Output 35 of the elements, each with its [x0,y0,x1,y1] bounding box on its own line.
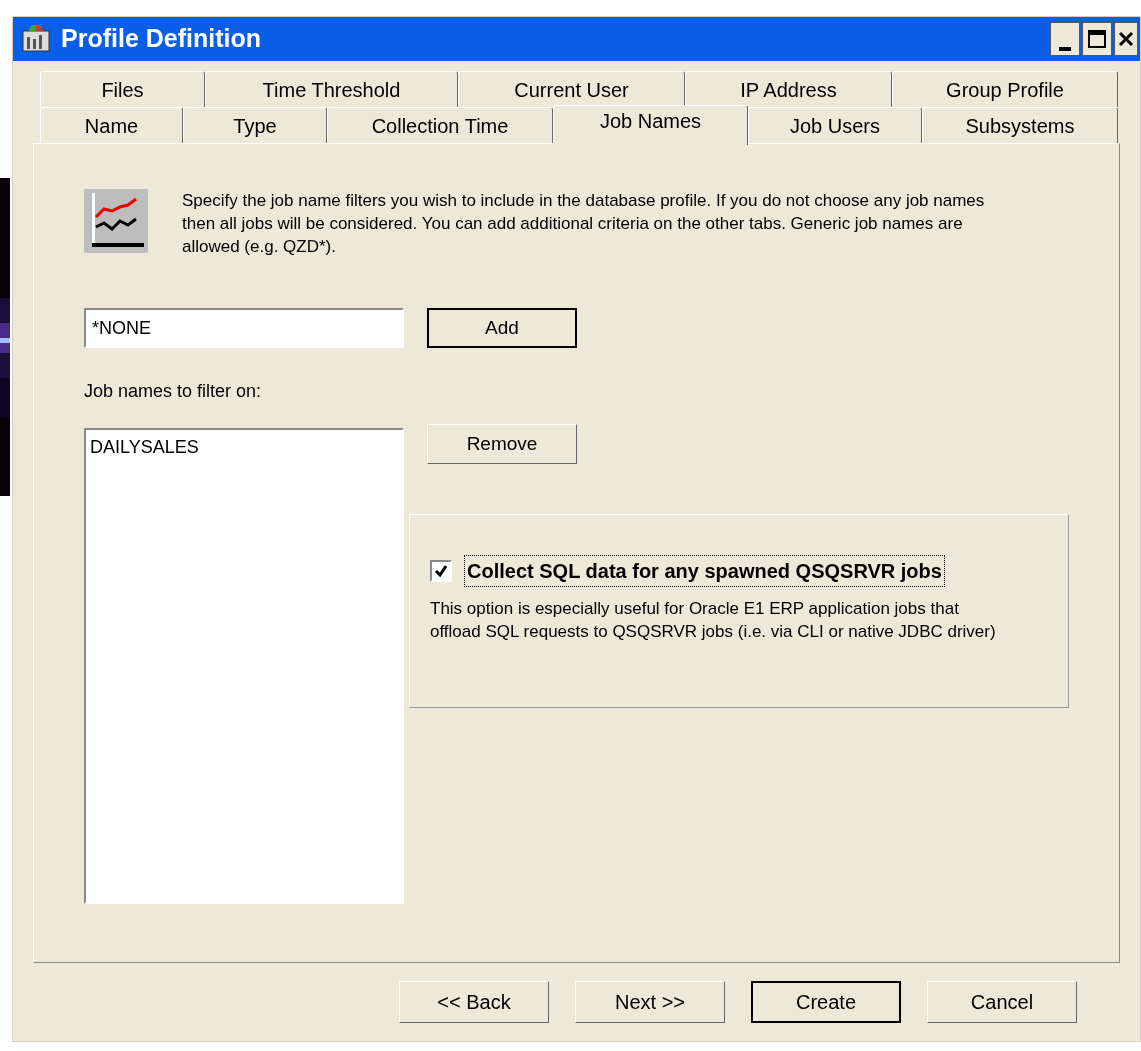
line-chart-icon [84,189,148,253]
job-name-field[interactable]: *NONE [84,308,404,348]
add-button[interactable]: Add [427,308,577,348]
tab[interactable]: Time Threshold [205,71,458,107]
sql-checkbox[interactable] [430,560,452,582]
tab[interactable]: Group Profile [892,71,1118,107]
job-names-list[interactable]: DAILYSALES [84,428,404,904]
tab[interactable]: Files [40,71,205,107]
tab[interactable]: Type [183,107,327,143]
tab[interactable]: Subsystems [922,107,1118,143]
tab[interactable]: Job Users [748,107,922,143]
close-icon [1118,31,1134,47]
window-title: Profile Definition [61,23,261,55]
dialog-button[interactable]: << Back [399,981,549,1023]
list-label: Job names to filter on: [84,380,263,403]
dialog-button[interactable]: Create [751,981,901,1023]
option-note: This option is especially useful for Oracle E1 ERP application jobs that offload SQL requests to QSQSRVR jobs (i.e. via CLI or native JDBC driver) [430,598,997,643]
remove-button[interactable]: Remove [427,424,577,464]
chart-icon [21,25,51,53]
tab[interactable]: Job Names [553,105,748,145]
tab[interactable]: IP Address [685,71,892,107]
minimize-icon [1059,47,1071,51]
maximize-icon [1088,30,1106,48]
list-item[interactable]: DAILYSALES [90,434,398,461]
tab[interactable]: Collection Time [327,107,553,143]
dialog-button[interactable]: Next >> [575,981,725,1023]
sql-option-label[interactable]: Collect SQL data for any spawned QSQSRVR jobs [464,555,945,587]
instructions-text: Specify the job name filters you wish to include in the database profile. If you do not choose any job names then all jobs will be considered. You can add additional criteria on the other tabs. Generic job names are allowed (e.g. QZD*). [182,190,986,258]
close-button[interactable] [1114,22,1138,56]
tab[interactable]: Current User [458,71,685,107]
tab[interactable]: Name [40,107,183,143]
minimize-button[interactable] [1050,22,1080,56]
maximize-button[interactable] [1082,22,1112,56]
checkmark-icon [434,564,448,578]
dialog-button[interactable]: Cancel [927,981,1077,1023]
